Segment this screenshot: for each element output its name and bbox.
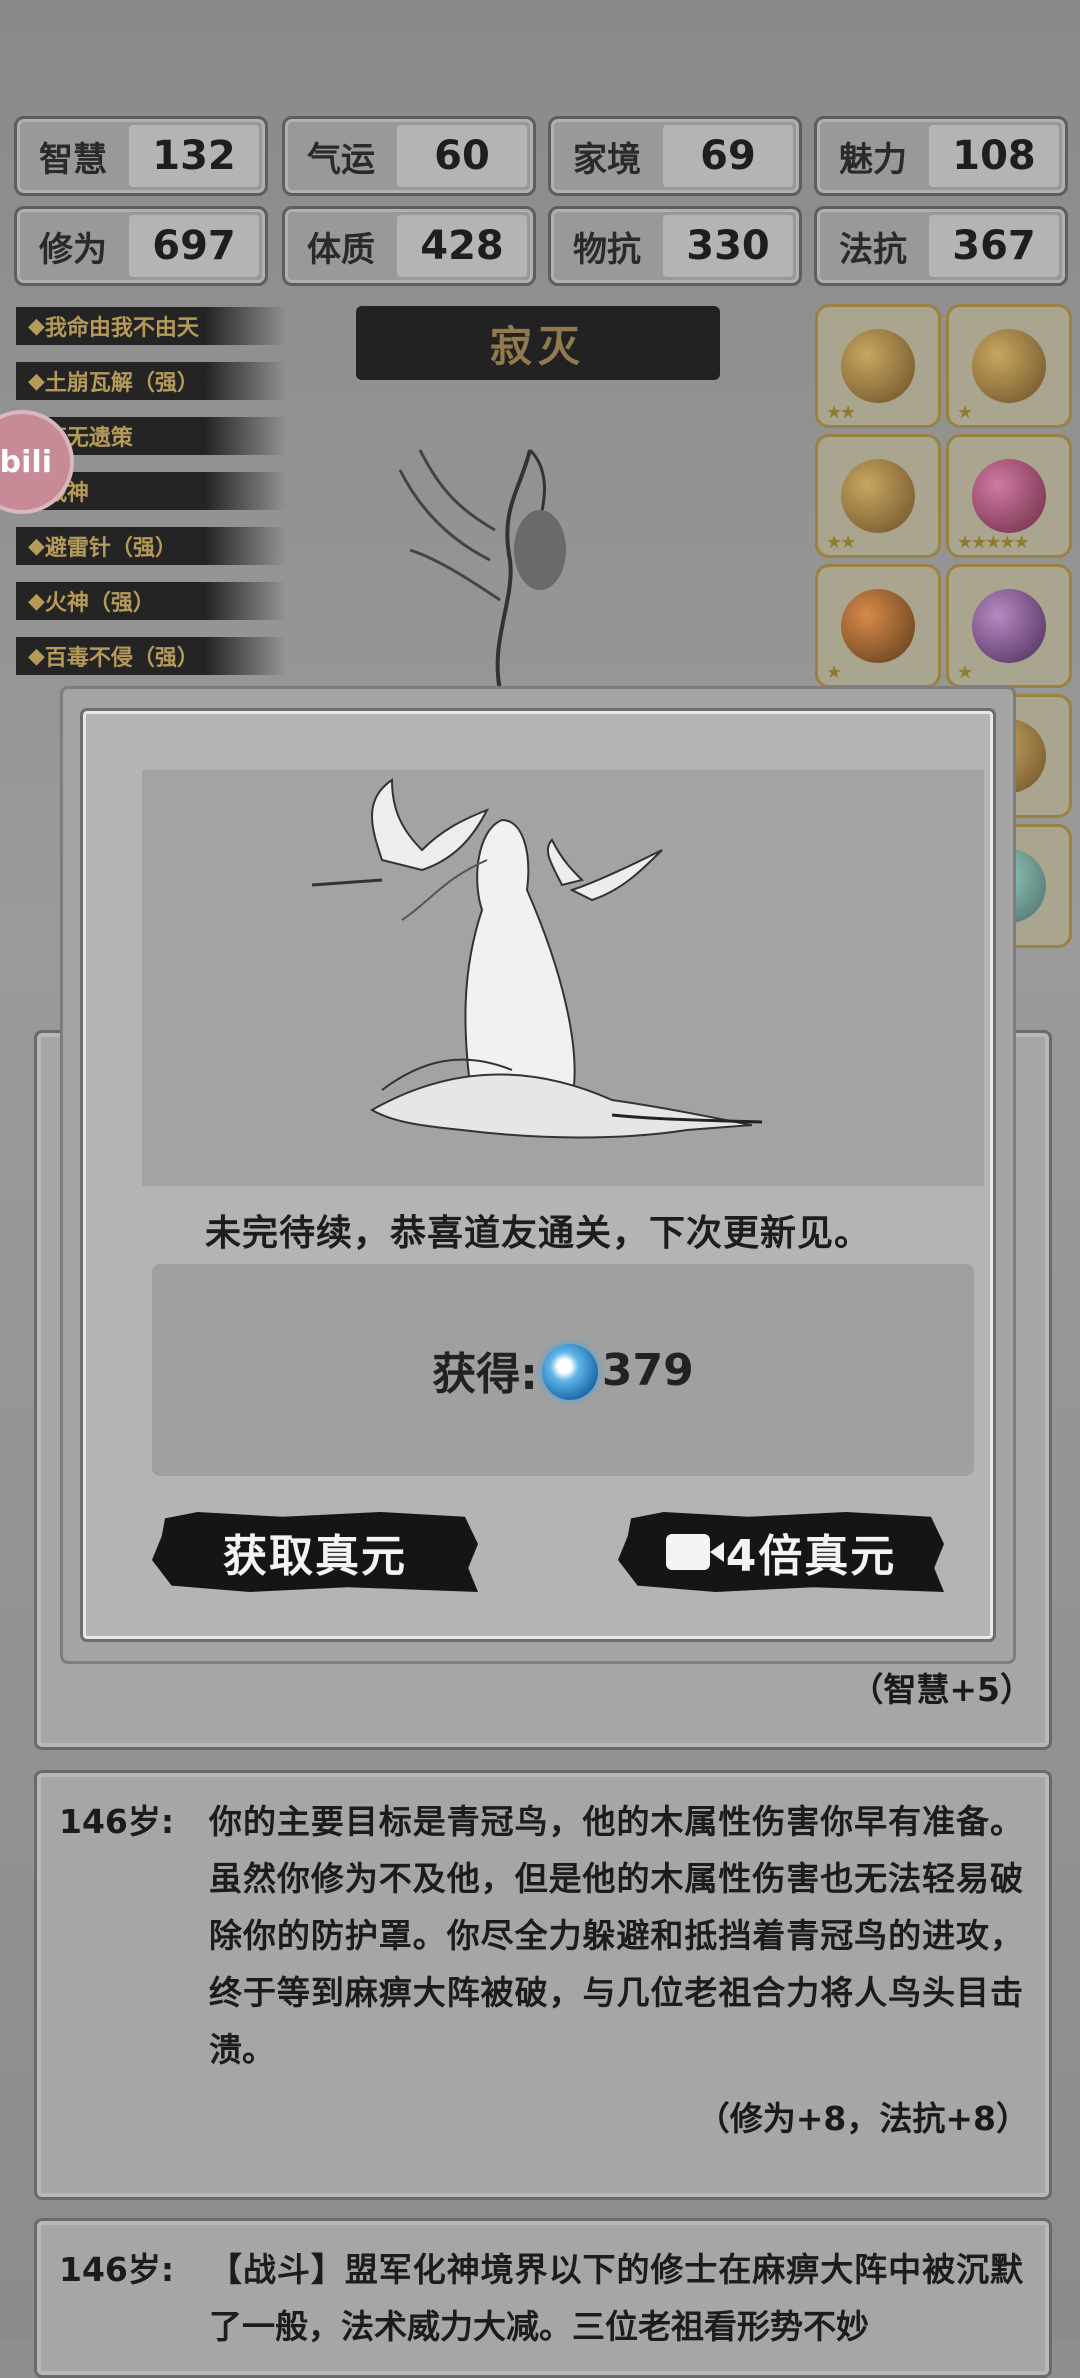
stat-value: 367 xyxy=(929,215,1059,277)
item-slot[interactable]: ★ xyxy=(946,304,1072,428)
trait-label: 避雷针（强） xyxy=(44,536,177,561)
stat-label: 物抗 xyxy=(573,229,641,270)
star-rating: ★★ xyxy=(826,532,856,553)
video-camera-icon xyxy=(665,1534,724,1570)
stat-value: 60 xyxy=(397,125,527,187)
stat-label: 家境 xyxy=(573,139,641,180)
completion-message: 未完待续，恭喜道友通关，下次更新见。 xyxy=(204,1213,871,1254)
claim-button-label: 获取真元 xyxy=(223,1531,407,1582)
log-age: 146岁: xyxy=(59,2250,175,2289)
star-rating: ★ xyxy=(957,662,973,683)
trait-label: 我命由我不由天 xyxy=(44,316,199,341)
log-entry-text: 146岁: 你的主要目标是青冠鸟，他的木属性伤害你早有准备。虽然你修为不及他，但… xyxy=(37,1773,1049,2078)
video-button-label: 4倍真元 xyxy=(725,1531,897,1582)
stat-cultivation: 修为 697 xyxy=(14,206,268,286)
item-slot[interactable]: ★ xyxy=(815,564,941,688)
stat-value: 330 xyxy=(663,215,793,277)
crane-immortal-illustration xyxy=(142,770,984,1186)
item-slot[interactable]: ★★ xyxy=(815,304,941,428)
stat-value: 132 xyxy=(129,125,259,187)
star-rating: ★★ xyxy=(826,402,856,423)
stat-magic-resist: 法抗 367 xyxy=(814,206,1068,286)
stat-phys-resist: 物抗 330 xyxy=(548,206,802,286)
stat-value: 697 xyxy=(129,215,259,277)
hero-figure-image xyxy=(398,448,566,690)
stat-label: 体质 xyxy=(307,229,375,270)
trait-tag[interactable]: ◆ 百毒不侵（强） xyxy=(16,637,286,675)
item-icon xyxy=(841,459,915,533)
item-icon xyxy=(841,589,915,663)
stat-label: 气运 xyxy=(307,139,375,180)
log-card: 146岁: 你的主要目标是青冠鸟，他的木属性伤害你早有准备。虽然你修为不及他，但… xyxy=(34,1770,1052,2200)
stat-luck: 气运 60 xyxy=(282,116,536,196)
trait-label: 百毒不侵（强） xyxy=(44,646,199,671)
trait-tag[interactable]: ◆ 避雷针（强） xyxy=(16,527,286,565)
stat-label: 修为 xyxy=(39,229,107,270)
stat-charm: 魅力 108 xyxy=(814,116,1068,196)
log-age: 146岁: xyxy=(59,1802,175,1841)
trait-tag[interactable]: ◆ 火神（强） xyxy=(16,582,286,620)
star-rating: ★ xyxy=(826,662,842,683)
stage-title: 寂灭 xyxy=(356,306,720,380)
stat-label: 魅力 xyxy=(839,139,907,180)
trait-tag[interactable]: ◆ 土崩瓦解（强） xyxy=(16,362,286,400)
item-icon xyxy=(972,459,1046,533)
stat-value: 69 xyxy=(663,125,793,187)
item-slot[interactable]: ★ xyxy=(946,564,1072,688)
item-slot[interactable]: ★★★★★ xyxy=(946,434,1072,558)
log-body: 【战斗】盟军化神境界以下的修士在麻痹大阵中被沉默了一般，法术威力大减。三位老祖看… xyxy=(209,2250,1023,2346)
item-icon xyxy=(972,329,1046,403)
star-rating: ★ xyxy=(957,402,973,423)
item-icon xyxy=(972,589,1046,663)
star-rating: ★★★★★ xyxy=(957,532,1030,553)
stat-label: 智慧 xyxy=(39,139,107,180)
stat-label: 法抗 xyxy=(839,229,907,270)
dialog-frame: 未完待续，恭喜道友通关，下次更新见。 获得: 379 获取真元 4倍真元 xyxy=(80,708,996,1642)
item-slot[interactable]: ★★ xyxy=(815,434,941,558)
log-card: 146岁: 【战斗】盟军化神境界以下的修士在麻痹大阵中被沉默了一般，法术威力大减… xyxy=(34,2218,1052,2378)
completion-dialog: 未完待续，恭喜道友通关，下次更新见。 获得: 379 获取真元 4倍真元 xyxy=(60,686,1016,1664)
reward-label: 获得: xyxy=(432,1349,538,1400)
log-body: 你的主要目标是青冠鸟，他的木属性伤害你早有准备。虽然你修为不及他，但是他的木属性… xyxy=(209,1802,1023,2069)
true-essence-orb-icon xyxy=(541,1344,598,1400)
trait-label: 火神（强） xyxy=(44,591,155,616)
video-4x-reward-button[interactable]: 4倍真元 xyxy=(618,1512,944,1592)
log-reward: （智慧+5） xyxy=(850,1670,1033,1709)
trait-tag[interactable]: ◆ 我命由我不由天 xyxy=(16,307,286,345)
trait-label: 土崩瓦解（强） xyxy=(44,371,199,396)
stat-value: 428 xyxy=(397,215,527,277)
claim-true-essence-button[interactable]: 获取真元 xyxy=(152,1512,478,1592)
item-icon xyxy=(841,329,915,403)
log-reward: （修为+8，法抗+8） xyxy=(696,2099,1029,2138)
reward-amount: 379 xyxy=(601,1344,694,1396)
stat-constitution: 体质 428 xyxy=(282,206,536,286)
stat-family: 家境 69 xyxy=(548,116,802,196)
stat-wisdom: 智慧 132 xyxy=(14,116,268,196)
stat-value: 108 xyxy=(929,125,1059,187)
reward-panel: 获得: 379 xyxy=(152,1264,974,1476)
log-entry-text: 146岁: 【战斗】盟军化神境界以下的修士在麻痹大阵中被沉默了一般，法术威力大减… xyxy=(37,2221,1049,2355)
